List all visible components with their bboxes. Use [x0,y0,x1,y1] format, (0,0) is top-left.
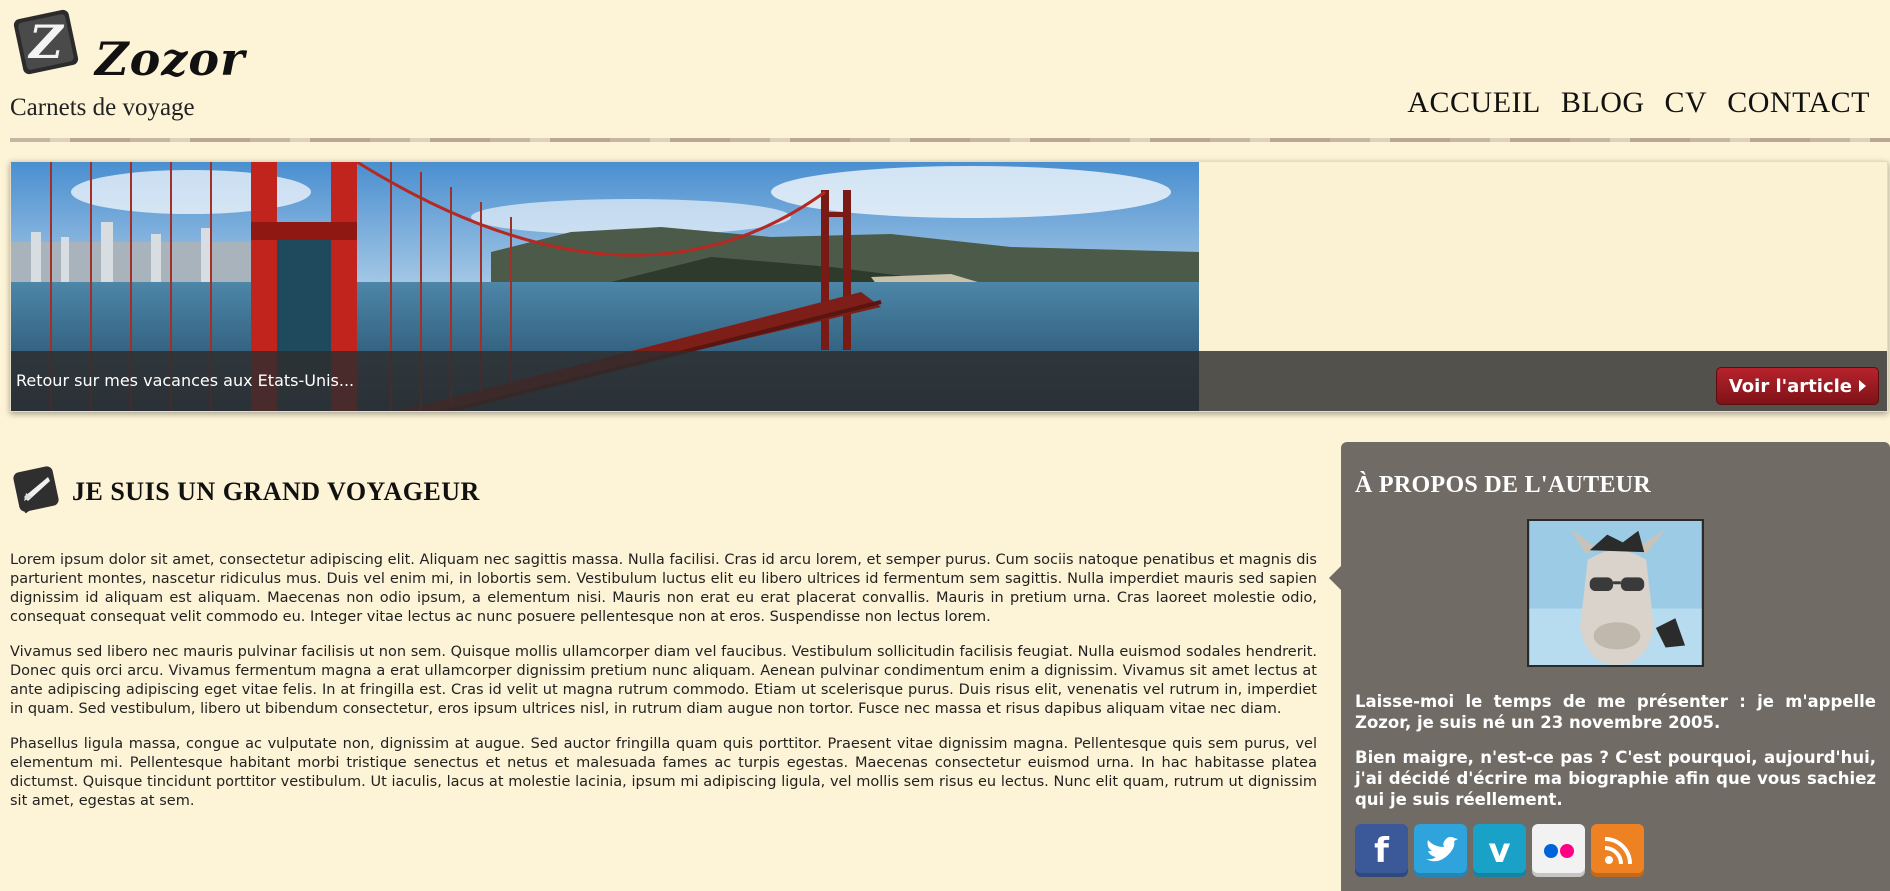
banner-caption-text: Retour sur mes vacances aux Etats-Unis..… [16,371,355,390]
nav-item-contact[interactable]: CONTACT [1727,86,1870,120]
article-header: JE SUIS UN GRAND VOYAGEUR [10,463,1317,521]
site-title[interactable]: Zozor [95,32,245,86]
read-article-button[interactable]: Voir l'article [1715,367,1879,405]
arrow-right-icon [1859,380,1866,392]
about-author-sidebar: À PROPOS DE L'AUTEUR Laisse-moi le temps… [1329,442,1890,891]
zozor-logo-icon[interactable]: Z [10,6,82,78]
read-article-label: Voir l'article [1728,375,1852,397]
twitter-icon[interactable] [1414,824,1467,877]
article-paragraph: Lorem ipsum dolor sit amet, consectetur … [10,552,1317,625]
article-paragraph: Phasellus ligula massa, congue ac vulput… [10,736,1317,809]
main-nav: ACCUEIL BLOG CV CONTACT [1407,86,1870,120]
main-article: JE SUIS UN GRAND VOYAGEUR Lorem ipsum do… [10,463,1317,827]
vimeo-icon[interactable]: v [1473,824,1526,877]
sidebar-title: À PROPOS DE L'AUTEUR [1355,472,1652,498]
social-links: f v [1355,824,1876,877]
rss-icon[interactable] [1591,824,1644,877]
nav-item-cv[interactable]: CV [1665,86,1708,120]
sidebar-paragraph: Bien maigre, n'est-ce pas ? C'est pourqu… [1355,748,1876,809]
banner-caption-bar: Retour sur mes vacances aux Etats-Unis..… [11,351,1887,411]
facebook-icon[interactable]: f [1355,824,1408,877]
site-tagline: Carnets de voyage [10,94,195,121]
featured-banner: Retour sur mes vacances aux Etats-Unis..… [10,161,1888,412]
sidebar-paragraph: Laisse-moi le temps de me présenter : je… [1355,692,1876,732]
svg-text:Z: Z [27,15,64,69]
header-divider [10,138,1890,142]
article-paragraph: Vivamus sed libero nec mauris pulvinar f… [10,644,1317,717]
nav-item-blog[interactable]: BLOG [1561,86,1645,120]
article-title: JE SUIS UN GRAND VOYAGEUR [72,477,480,506]
flickr-icon[interactable] [1532,824,1585,877]
feather-quill-icon [13,466,59,514]
nav-item-accueil[interactable]: ACCUEIL [1407,86,1541,120]
author-avatar [1527,519,1704,667]
site-header: Z Zozor Carnets de voyage ACCUEIL BLOG C… [0,0,1890,145]
